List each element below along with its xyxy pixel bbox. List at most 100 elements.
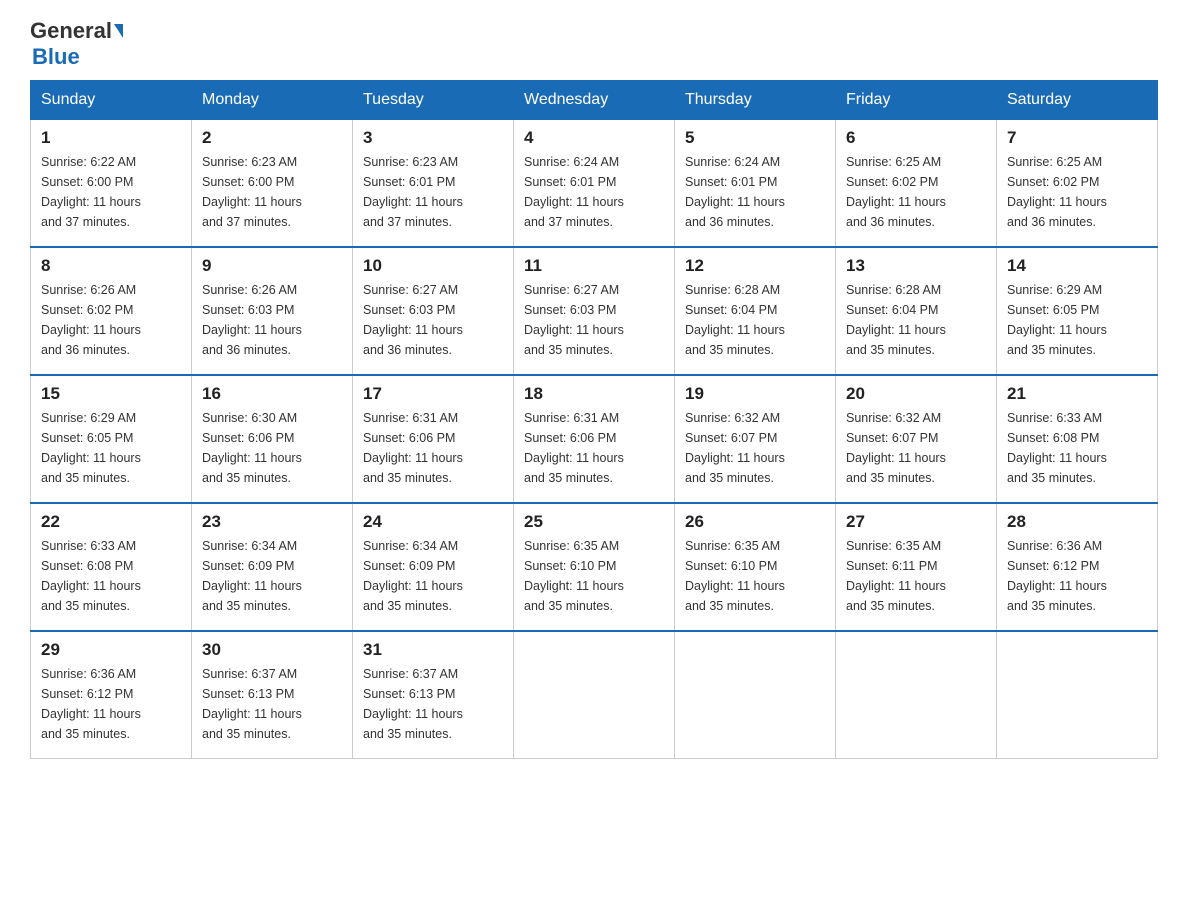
day-info: Sunrise: 6:27 AM Sunset: 6:03 PM Dayligh… xyxy=(524,280,664,360)
day-info: Sunrise: 6:29 AM Sunset: 6:05 PM Dayligh… xyxy=(41,408,181,488)
day-info: Sunrise: 6:28 AM Sunset: 6:04 PM Dayligh… xyxy=(685,280,825,360)
day-number: 18 xyxy=(524,384,664,404)
day-number: 26 xyxy=(685,512,825,532)
day-info: Sunrise: 6:26 AM Sunset: 6:02 PM Dayligh… xyxy=(41,280,181,360)
calendar-cell: 10 Sunrise: 6:27 AM Sunset: 6:03 PM Dayl… xyxy=(353,247,514,375)
day-info: Sunrise: 6:25 AM Sunset: 6:02 PM Dayligh… xyxy=(1007,152,1147,232)
week-row-1: 1 Sunrise: 6:22 AM Sunset: 6:00 PM Dayli… xyxy=(31,120,1158,248)
day-number: 6 xyxy=(846,128,986,148)
calendar-cell: 19 Sunrise: 6:32 AM Sunset: 6:07 PM Dayl… xyxy=(675,375,836,503)
calendar-table: SundayMondayTuesdayWednesdayThursdayFrid… xyxy=(30,80,1158,759)
days-of-week-row: SundayMondayTuesdayWednesdayThursdayFrid… xyxy=(31,81,1158,120)
calendar-cell xyxy=(836,631,997,759)
calendar-cell: 14 Sunrise: 6:29 AM Sunset: 6:05 PM Dayl… xyxy=(997,247,1158,375)
day-info: Sunrise: 6:37 AM Sunset: 6:13 PM Dayligh… xyxy=(363,664,503,744)
calendar-cell: 13 Sunrise: 6:28 AM Sunset: 6:04 PM Dayl… xyxy=(836,247,997,375)
calendar-cell xyxy=(997,631,1158,759)
day-info: Sunrise: 6:36 AM Sunset: 6:12 PM Dayligh… xyxy=(41,664,181,744)
day-number: 12 xyxy=(685,256,825,276)
calendar-cell: 8 Sunrise: 6:26 AM Sunset: 6:02 PM Dayli… xyxy=(31,247,192,375)
day-number: 23 xyxy=(202,512,342,532)
day-header-saturday: Saturday xyxy=(997,81,1158,120)
calendar-cell: 2 Sunrise: 6:23 AM Sunset: 6:00 PM Dayli… xyxy=(192,120,353,248)
calendar-cell: 22 Sunrise: 6:33 AM Sunset: 6:08 PM Dayl… xyxy=(31,503,192,631)
day-number: 15 xyxy=(41,384,181,404)
logo: General Blue xyxy=(30,20,123,70)
calendar-cell: 25 Sunrise: 6:35 AM Sunset: 6:10 PM Dayl… xyxy=(514,503,675,631)
day-info: Sunrise: 6:36 AM Sunset: 6:12 PM Dayligh… xyxy=(1007,536,1147,616)
day-number: 17 xyxy=(363,384,503,404)
day-number: 24 xyxy=(363,512,503,532)
day-info: Sunrise: 6:31 AM Sunset: 6:06 PM Dayligh… xyxy=(363,408,503,488)
day-number: 30 xyxy=(202,640,342,660)
week-row-5: 29 Sunrise: 6:36 AM Sunset: 6:12 PM Dayl… xyxy=(31,631,1158,759)
calendar-cell: 31 Sunrise: 6:37 AM Sunset: 6:13 PM Dayl… xyxy=(353,631,514,759)
calendar-cell xyxy=(675,631,836,759)
day-info: Sunrise: 6:26 AM Sunset: 6:03 PM Dayligh… xyxy=(202,280,342,360)
day-info: Sunrise: 6:25 AM Sunset: 6:02 PM Dayligh… xyxy=(846,152,986,232)
day-number: 10 xyxy=(363,256,503,276)
calendar-cell: 20 Sunrise: 6:32 AM Sunset: 6:07 PM Dayl… xyxy=(836,375,997,503)
day-number: 19 xyxy=(685,384,825,404)
calendar-cell: 23 Sunrise: 6:34 AM Sunset: 6:09 PM Dayl… xyxy=(192,503,353,631)
calendar-cell xyxy=(514,631,675,759)
day-number: 25 xyxy=(524,512,664,532)
day-info: Sunrise: 6:31 AM Sunset: 6:06 PM Dayligh… xyxy=(524,408,664,488)
logo-general: General xyxy=(30,20,112,42)
day-info: Sunrise: 6:24 AM Sunset: 6:01 PM Dayligh… xyxy=(524,152,664,232)
day-info: Sunrise: 6:34 AM Sunset: 6:09 PM Dayligh… xyxy=(202,536,342,616)
day-info: Sunrise: 6:37 AM Sunset: 6:13 PM Dayligh… xyxy=(202,664,342,744)
day-header-tuesday: Tuesday xyxy=(353,81,514,120)
day-info: Sunrise: 6:34 AM Sunset: 6:09 PM Dayligh… xyxy=(363,536,503,616)
day-number: 22 xyxy=(41,512,181,532)
day-info: Sunrise: 6:22 AM Sunset: 6:00 PM Dayligh… xyxy=(41,152,181,232)
calendar-cell: 29 Sunrise: 6:36 AM Sunset: 6:12 PM Dayl… xyxy=(31,631,192,759)
day-number: 21 xyxy=(1007,384,1147,404)
calendar-cell: 7 Sunrise: 6:25 AM Sunset: 6:02 PM Dayli… xyxy=(997,120,1158,248)
day-number: 11 xyxy=(524,256,664,276)
day-number: 7 xyxy=(1007,128,1147,148)
day-info: Sunrise: 6:33 AM Sunset: 6:08 PM Dayligh… xyxy=(1007,408,1147,488)
day-number: 16 xyxy=(202,384,342,404)
calendar-cell: 28 Sunrise: 6:36 AM Sunset: 6:12 PM Dayl… xyxy=(997,503,1158,631)
calendar-cell: 15 Sunrise: 6:29 AM Sunset: 6:05 PM Dayl… xyxy=(31,375,192,503)
day-number: 1 xyxy=(41,128,181,148)
day-info: Sunrise: 6:28 AM Sunset: 6:04 PM Dayligh… xyxy=(846,280,986,360)
day-header-sunday: Sunday xyxy=(31,81,192,120)
day-number: 31 xyxy=(363,640,503,660)
day-header-monday: Monday xyxy=(192,81,353,120)
calendar-cell: 27 Sunrise: 6:35 AM Sunset: 6:11 PM Dayl… xyxy=(836,503,997,631)
calendar-cell: 5 Sunrise: 6:24 AM Sunset: 6:01 PM Dayli… xyxy=(675,120,836,248)
day-number: 8 xyxy=(41,256,181,276)
day-number: 5 xyxy=(685,128,825,148)
calendar-cell: 4 Sunrise: 6:24 AM Sunset: 6:01 PM Dayli… xyxy=(514,120,675,248)
day-header-friday: Friday xyxy=(836,81,997,120)
day-number: 3 xyxy=(363,128,503,148)
day-number: 2 xyxy=(202,128,342,148)
day-info: Sunrise: 6:33 AM Sunset: 6:08 PM Dayligh… xyxy=(41,536,181,616)
day-info: Sunrise: 6:29 AM Sunset: 6:05 PM Dayligh… xyxy=(1007,280,1147,360)
day-info: Sunrise: 6:32 AM Sunset: 6:07 PM Dayligh… xyxy=(846,408,986,488)
day-header-wednesday: Wednesday xyxy=(514,81,675,120)
day-info: Sunrise: 6:35 AM Sunset: 6:10 PM Dayligh… xyxy=(685,536,825,616)
calendar-cell: 16 Sunrise: 6:30 AM Sunset: 6:06 PM Dayl… xyxy=(192,375,353,503)
day-number: 13 xyxy=(846,256,986,276)
day-info: Sunrise: 6:32 AM Sunset: 6:07 PM Dayligh… xyxy=(685,408,825,488)
page-header: General Blue xyxy=(30,20,1158,70)
logo-triangle-icon xyxy=(114,24,123,38)
calendar-cell: 11 Sunrise: 6:27 AM Sunset: 6:03 PM Dayl… xyxy=(514,247,675,375)
day-number: 27 xyxy=(846,512,986,532)
week-row-2: 8 Sunrise: 6:26 AM Sunset: 6:02 PM Dayli… xyxy=(31,247,1158,375)
day-number: 28 xyxy=(1007,512,1147,532)
day-info: Sunrise: 6:24 AM Sunset: 6:01 PM Dayligh… xyxy=(685,152,825,232)
calendar-cell: 24 Sunrise: 6:34 AM Sunset: 6:09 PM Dayl… xyxy=(353,503,514,631)
day-number: 20 xyxy=(846,384,986,404)
day-number: 29 xyxy=(41,640,181,660)
calendar-cell: 26 Sunrise: 6:35 AM Sunset: 6:10 PM Dayl… xyxy=(675,503,836,631)
week-row-3: 15 Sunrise: 6:29 AM Sunset: 6:05 PM Dayl… xyxy=(31,375,1158,503)
calendar-cell: 21 Sunrise: 6:33 AM Sunset: 6:08 PM Dayl… xyxy=(997,375,1158,503)
logo-blue: Blue xyxy=(30,44,80,70)
day-info: Sunrise: 6:35 AM Sunset: 6:11 PM Dayligh… xyxy=(846,536,986,616)
calendar-cell: 6 Sunrise: 6:25 AM Sunset: 6:02 PM Dayli… xyxy=(836,120,997,248)
day-info: Sunrise: 6:35 AM Sunset: 6:10 PM Dayligh… xyxy=(524,536,664,616)
